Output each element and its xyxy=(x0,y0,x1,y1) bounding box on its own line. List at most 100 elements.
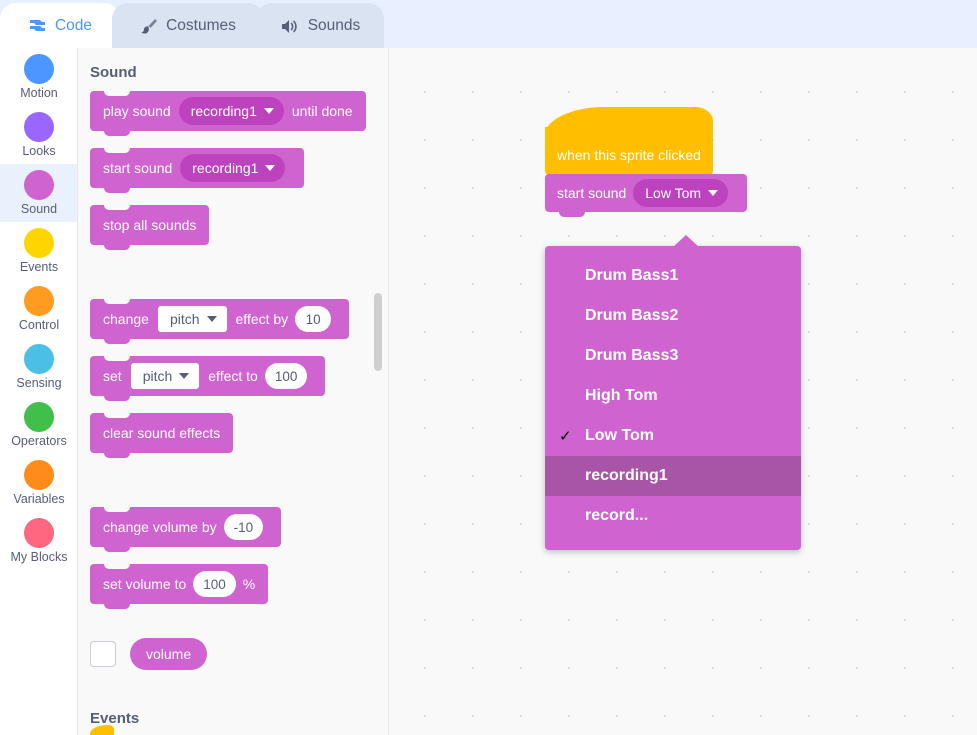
chevron-down-icon xyxy=(708,190,719,196)
tab-costumes[interactable]: Costumes xyxy=(112,3,264,48)
dropdown-item-low-tom[interactable]: ✓ Low Tom xyxy=(545,416,801,456)
set-volume-prefix-label: set volume to xyxy=(103,576,187,592)
palette-block-set-volume-to[interactable]: set volume to 100 % xyxy=(90,564,269,609)
set-effect-value-input[interactable]: 100 xyxy=(264,363,308,389)
sensing-color-dot xyxy=(24,344,54,374)
dropdown-item-record[interactable]: record... xyxy=(545,496,801,536)
palette-block-play-sound-until-done-row: play sound recording1 until done xyxy=(78,91,388,141)
block-when-this-sprite-clicked[interactable]: when this sprite clicked xyxy=(545,107,713,175)
category-sensing-label: Sensing xyxy=(16,376,62,390)
block-palette[interactable]: Sound play sound recording1 until done s… xyxy=(78,48,389,735)
variables-color-dot xyxy=(24,460,54,490)
category-operators[interactable]: Operators xyxy=(0,396,77,454)
stop-all-sounds-label: stop all sounds xyxy=(103,217,197,233)
category-events[interactable]: Events xyxy=(0,222,77,280)
palette-block-start-sound[interactable]: start sound recording1 xyxy=(90,148,305,193)
chevron-down-icon xyxy=(206,316,217,322)
change-effect-suffix-label: effect by xyxy=(235,311,289,327)
category-motion[interactable]: Motion xyxy=(0,48,77,106)
category-looks[interactable]: Looks xyxy=(0,106,77,164)
looks-color-dot xyxy=(24,112,54,142)
palette-block-set-volume-row: set volume to 100 % xyxy=(78,564,388,614)
category-operators-label: Operators xyxy=(11,434,67,448)
category-variables[interactable]: Variables xyxy=(0,454,77,512)
palette-block-volume-reporter[interactable]: volume xyxy=(130,638,208,670)
start-sound-sound-dropdown[interactable]: recording1 xyxy=(180,154,286,182)
play-sound-sound-dropdown[interactable]: recording1 xyxy=(178,97,284,125)
dropdown-item-drum-bass2[interactable]: Drum Bass2 xyxy=(545,296,801,336)
category-sound[interactable]: Sound xyxy=(0,164,77,222)
tab-costumes-label: Costumes xyxy=(166,17,236,34)
palette-block-start-sound-row: start sound recording1 xyxy=(78,148,388,198)
set-effect-effect-value: pitch xyxy=(142,368,173,384)
when-this-sprite-clicked-label: when this sprite clicked xyxy=(557,147,701,163)
play-sound-prefix-label: play sound xyxy=(103,103,171,119)
change-volume-amount-input[interactable]: -10 xyxy=(223,514,264,540)
palette-block-stop-all-sounds-row: stop all sounds xyxy=(78,205,388,255)
motion-color-dot xyxy=(24,54,54,84)
set-volume-suffix-label: % xyxy=(242,576,256,592)
category-variables-label: Variables xyxy=(13,492,65,506)
dropdown-item-recording1[interactable]: recording1 xyxy=(545,456,801,496)
script-start-sound-value: Low Tom xyxy=(645,185,702,201)
speaker-icon xyxy=(280,18,300,35)
category-control[interactable]: Control xyxy=(0,280,77,338)
dropdown-item-drum-bass3[interactable]: Drum Bass3 xyxy=(545,336,801,376)
set-effect-effect-dropdown[interactable]: pitch xyxy=(129,362,201,390)
sound-color-dot xyxy=(24,170,54,200)
dropdown-item-label: Drum Bass2 xyxy=(585,307,679,324)
category-sidebar: Motion Looks Sound Events Control Sensin… xyxy=(0,48,78,735)
palette-scrollbar[interactable] xyxy=(374,293,382,371)
sound-dropdown-menu[interactable]: Drum Bass1 Drum Bass2 Drum Bass3 High To… xyxy=(545,235,801,550)
palette-block-change-volume-by[interactable]: change volume by -10 xyxy=(90,507,282,552)
code-canvas[interactable]: when this sprite clicked start sound Low… xyxy=(389,48,977,735)
change-effect-prefix-label: change xyxy=(103,311,149,327)
palette-section-events: Events xyxy=(90,710,140,727)
change-volume-prefix-label: change volume by xyxy=(103,519,217,535)
control-color-dot xyxy=(24,286,54,316)
code-blocks-icon xyxy=(28,18,47,35)
palette-block-change-sound-effect[interactable]: change pitch effect by 10 xyxy=(90,299,350,344)
palette-block-stop-all-sounds[interactable]: stop all sounds xyxy=(90,205,210,250)
scratch-editor: Code Costumes Sounds Motion Looks Sound … xyxy=(0,0,977,735)
clear-sound-effects-label: clear sound effects xyxy=(103,425,221,441)
set-effect-suffix-label: effect to xyxy=(208,368,258,384)
tab-sounds-label: Sounds xyxy=(307,17,361,34)
start-sound-prefix-label: start sound xyxy=(103,160,173,176)
category-looks-label: Looks xyxy=(22,144,56,158)
dropdown-item-label: Low Tom xyxy=(585,427,655,444)
palette-block-play-sound-until-done[interactable]: play sound recording1 until done xyxy=(90,91,366,136)
play-sound-suffix-label: until done xyxy=(291,103,353,119)
category-sound-label: Sound xyxy=(20,202,58,216)
script-start-sound-label: start sound xyxy=(557,185,627,201)
category-events-label: Events xyxy=(19,260,59,274)
volume-monitor-checkbox[interactable] xyxy=(90,641,116,667)
checkmark-icon: ✓ xyxy=(559,428,572,445)
palette-block-set-sound-effect[interactable]: set pitch effect to 100 xyxy=(90,356,326,401)
block-start-sound[interactable]: start sound Low Tom xyxy=(545,174,748,217)
palette-block-clear-sound-effects[interactable]: clear sound effects xyxy=(90,413,234,458)
my-blocks-color-dot xyxy=(24,518,54,548)
palette-block-clear-effects-row: clear sound effects xyxy=(78,413,388,463)
change-effect-amount-input[interactable]: 10 xyxy=(295,306,332,332)
set-volume-value-input[interactable]: 100 xyxy=(193,571,236,597)
start-sound-sound-value: recording1 xyxy=(192,160,259,176)
change-effect-effect-dropdown[interactable]: pitch xyxy=(156,305,228,333)
dropdown-item-label: Drum Bass3 xyxy=(585,347,679,364)
tab-sounds[interactable]: Sounds xyxy=(256,3,384,48)
category-my-blocks[interactable]: My Blocks xyxy=(0,512,77,570)
dropdown-item-label: record... xyxy=(585,507,649,524)
dropdown-item-drum-bass1[interactable]: Drum Bass1 xyxy=(545,256,801,296)
tab-code[interactable]: Code xyxy=(0,3,120,48)
dropdown-item-high-tom[interactable]: High Tom xyxy=(545,376,801,416)
paintbrush-icon xyxy=(140,17,158,35)
dropdown-item-label: Drum Bass1 xyxy=(585,267,679,284)
chevron-down-icon xyxy=(265,165,276,171)
script-start-sound-dropdown[interactable]: Low Tom xyxy=(633,179,729,207)
palette-block-change-effect-row: change pitch effect by 10 xyxy=(78,299,388,349)
category-motion-label: Motion xyxy=(20,86,58,100)
palette-block-set-effect-row: set pitch effect to 100 xyxy=(78,356,388,406)
category-control-label: Control xyxy=(18,318,60,332)
palette-block-change-volume-row: change volume by -10 xyxy=(78,507,388,557)
category-sensing[interactable]: Sensing xyxy=(0,338,77,396)
